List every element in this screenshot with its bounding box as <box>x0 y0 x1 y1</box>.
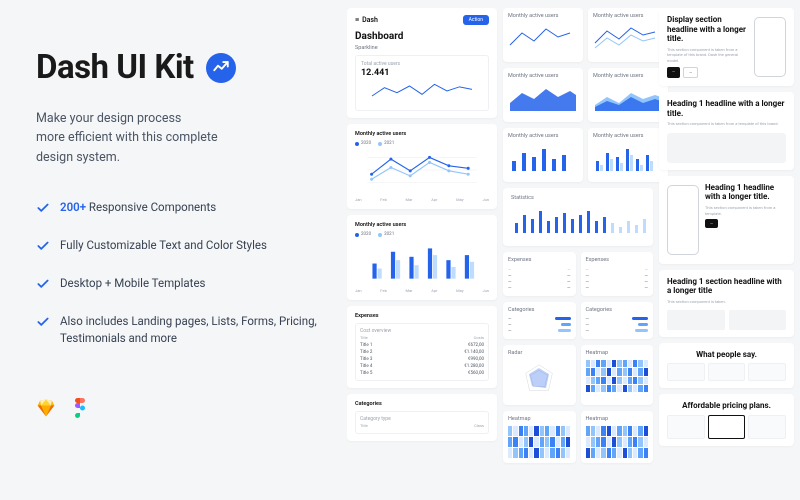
table-row: Title 3€990,00 <box>360 357 484 362</box>
preview-col-1: ≡Dash Action Dashboard Sparkline Total a… <box>347 8 497 500</box>
pricing-preview: Affordable pricing plans. <box>659 394 794 446</box>
heatmap-mini: Heatmap <box>581 345 654 405</box>
feature-list: 200+ Responsive Components Fully Customi… <box>36 199 323 345</box>
check-icon <box>36 200 50 214</box>
expenses-table-preview: Expenses Cost overview TitleCosts Title … <box>347 306 497 388</box>
heatmap-mini: Heatmap <box>503 411 576 463</box>
hero-preview: Display section headline with a longer t… <box>659 8 794 86</box>
categories-mini: Categories ——— <box>503 302 576 339</box>
mini-area-chart: Monthly active users <box>503 68 583 122</box>
expenses-mini: Expenses ———————— <box>503 252 576 296</box>
mau-line-preview: Monthly active users 20202021 JanFebMarA… <box>347 124 497 209</box>
feature-item: Fully Customizable Text and Color Styles <box>36 237 323 253</box>
testimonials-preview: What people say. <box>659 343 794 389</box>
categories-preview: Categories Category type TitleClass <box>347 394 497 441</box>
figma-icon <box>70 398 90 418</box>
categories-mini: Categories ——— <box>581 302 654 339</box>
trend-up-icon <box>212 59 230 77</box>
heatmap-grid <box>586 360 649 392</box>
heading: Dashboard <box>355 31 489 42</box>
check-icon <box>36 276 50 290</box>
bar-chart <box>355 240 489 282</box>
hero-preview: Heading 1 headline with a longer title. … <box>659 176 794 264</box>
feature-item: 200+ Responsive Components <box>36 199 323 215</box>
preview-col-3: Display section headline with a longer t… <box>659 8 794 500</box>
feature-item: Desktop + Mobile Templates <box>36 275 323 291</box>
cta-button[interactable]: — <box>705 219 718 228</box>
tagline: Make your design process more efficient … <box>36 109 323 167</box>
tool-icons <box>36 398 323 418</box>
dashboard-preview: ≡Dash Action Dashboard Sparkline Total a… <box>347 8 497 118</box>
table-row: Title 5€560,00 <box>360 371 484 376</box>
logo-badge <box>206 53 236 83</box>
phone-frame-icon <box>754 17 786 77</box>
mau-bar-preview: Monthly active users 20202021 JanFebMarA… <box>347 215 497 300</box>
check-icon <box>36 314 50 328</box>
feature-item: Also includes Landing pages, Lists, Form… <box>36 313 323 345</box>
phone-frame-icon <box>667 185 699 255</box>
stat-value: 12.441 <box>361 68 483 78</box>
action-button[interactable]: Action <box>463 15 489 25</box>
preview-grid: ≡Dash Action Dashboard Sparkline Total a… <box>347 0 800 500</box>
brand-label: ≡Dash <box>355 16 378 24</box>
mini-area-chart: Monthly active users <box>588 68 668 122</box>
radar-mini: Radar <box>503 345 576 405</box>
expenses-mini: Expenses ———————— <box>581 252 654 296</box>
marketing-panel: Dash UI Kit Make your design process mor… <box>0 0 347 500</box>
heatmap-mini: Heatmap <box>581 411 654 463</box>
table-row: Title 2€1.140,00 <box>360 350 484 355</box>
cta-button[interactable]: — <box>667 67 680 78</box>
hero-preview: Heading 1 headline with a longer title. … <box>659 92 794 170</box>
mini-bar-chart: Monthly active users <box>588 128 668 182</box>
hero-preview: Heading 1 section headline with a longer… <box>659 270 794 337</box>
mini-line-chart: Monthly active users <box>503 8 583 62</box>
sketch-icon <box>36 398 56 418</box>
stats-wide-bar: Statistics <box>503 188 653 246</box>
cta-button-outline[interactable]: — <box>683 67 698 78</box>
media-placeholder <box>667 133 786 163</box>
product-title: Dash UI Kit <box>36 48 194 87</box>
mini-line-chart: Monthly active users <box>588 8 668 62</box>
preview-col-2: Monthly active users Monthly active user… <box>503 8 653 500</box>
table-row: Title 1€672,00 <box>360 343 484 348</box>
mini-bar-chart: Monthly active users <box>503 128 583 182</box>
check-icon <box>36 238 50 252</box>
sparkline-chart <box>361 81 483 101</box>
line-chart <box>355 149 489 191</box>
table-row: Title 4€1.280,00 <box>360 364 484 369</box>
